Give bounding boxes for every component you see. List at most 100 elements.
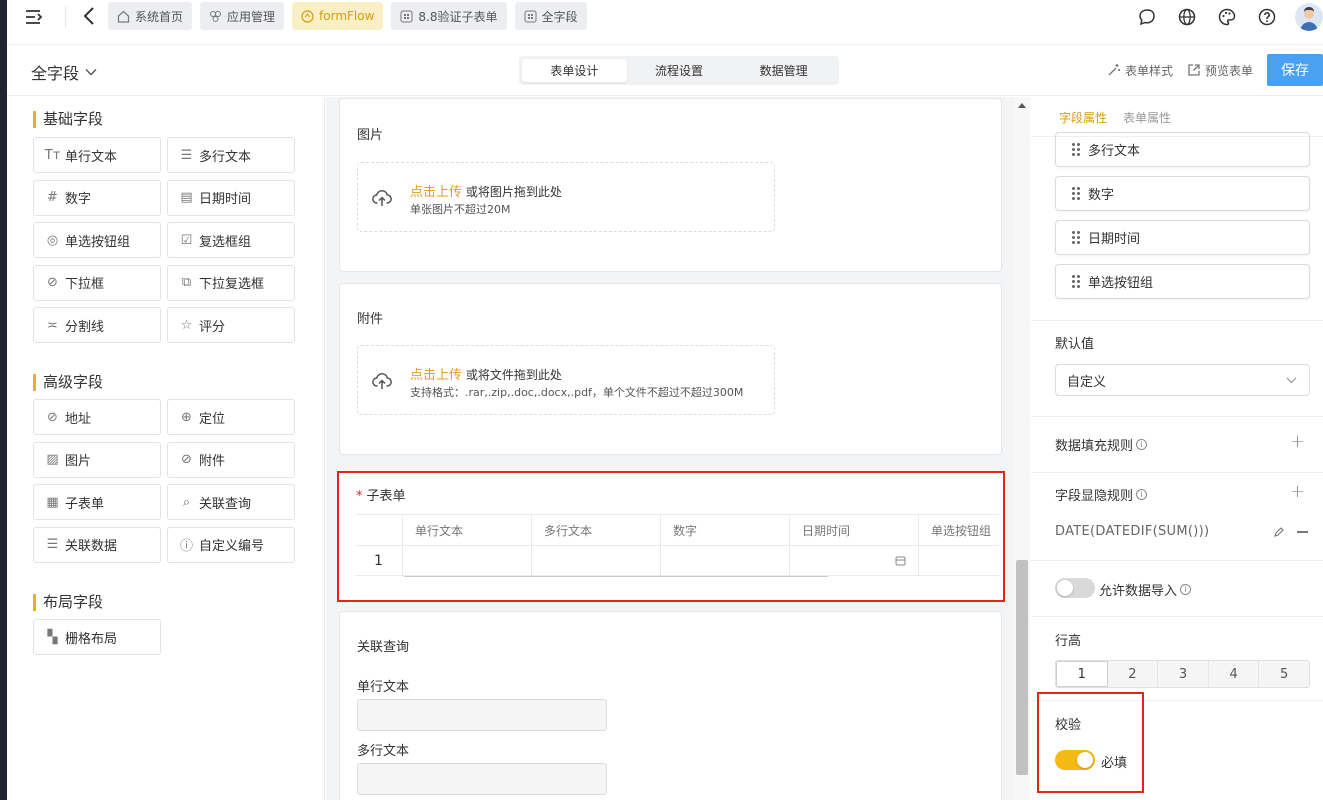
tab-form-design[interactable]: 表单设计 [522, 59, 627, 82]
field-button-label: 地址 [65, 411, 92, 427]
data-fill-rule-label: 数据填充规则 [1055, 439, 1134, 454]
tab-app-management[interactable]: 应用管理 [200, 2, 285, 30]
drag-handle-icon[interactable] [1072, 143, 1080, 156]
click-upload-link[interactable]: 点击上传 [410, 185, 462, 200]
add-fill-rule-plus-icon[interactable]: + [1290, 431, 1305, 452]
drag-handle-icon[interactable] [1072, 231, 1080, 244]
remove-rule-minus-icon[interactable] [1297, 531, 1308, 533]
field-button-label: 定位 [199, 411, 226, 427]
row-height-option[interactable]: 3 [1158, 661, 1209, 687]
tab-data-management[interactable]: 数据管理 [731, 59, 836, 82]
tab-flow-settings[interactable]: 流程设置 [627, 59, 732, 82]
multi-line-text-input[interactable] [357, 763, 607, 795]
field-button[interactable]: ⧉ 下拉复选框 [167, 264, 295, 301]
tab-formflow[interactable]: formFlow [292, 2, 384, 30]
field-button[interactable]: ⊘ 地址 [33, 399, 161, 435]
sortable-column-item[interactable]: 日期时间 [1055, 220, 1310, 255]
visibility-formula: DATE(DATEDIF(SUM())) [1055, 524, 1210, 539]
tab-all-fields-label: 全字段 [541, 9, 578, 24]
field-button[interactable]: ▚ 栅格布局 [33, 619, 161, 655]
drag-handle-icon[interactable] [1072, 275, 1080, 288]
globe-icon[interactable] [1167, 0, 1207, 34]
field-button[interactable]: ▨ 图片 [33, 441, 161, 478]
info-icon[interactable]: i [1136, 439, 1148, 450]
back-icon[interactable] [80, 6, 98, 26]
field-button[interactable]: ⊘ 附件 [167, 441, 295, 478]
attachment-field-card[interactable]: 附件 点击上传 或将文件拖到此处 支持格式：.rar,.zip,.doc,.do… [339, 283, 1002, 455]
field-button[interactable]: ⌕ 关联查询 [167, 484, 295, 520]
save-button[interactable]: 保存 [1267, 54, 1323, 86]
field-button[interactable]: ☰ 关联数据 [33, 526, 161, 563]
chat-icon[interactable] [1127, 0, 1167, 34]
field-button[interactable]: ☆ 评分 [167, 307, 295, 343]
canvas-vertical-scrollbar[interactable] [1014, 97, 1030, 800]
field-button[interactable]: # 数字 [33, 179, 161, 216]
row-height-selector: 1 2 3 4 5 [1055, 660, 1310, 688]
image-field-label: 图片 [357, 128, 384, 143]
tab-field-properties[interactable]: 字段属性 [1059, 109, 1107, 126]
row-height-option[interactable]: 1 [1056, 661, 1108, 687]
field-button[interactable]: ◎ 单选按钮组 [33, 222, 161, 258]
tab-home[interactable]: 系统首页 [108, 2, 193, 30]
subform-field-card-selected[interactable]: * 子表单 单行文本 多行文本 数字 日期时间 单选按钮组 1 [337, 471, 1005, 602]
row-height-option[interactable]: 5 [1259, 661, 1309, 687]
sortable-item-label: 多行文本 [1088, 144, 1141, 159]
field-button[interactable]: ☑ 复选框组 [167, 222, 295, 258]
info-icon[interactable]: i [1180, 584, 1192, 595]
palette-icon[interactable] [1207, 0, 1247, 34]
field-button-label: 复选框组 [199, 234, 252, 250]
tab-subform-verify[interactable]: 8.8验证子表单 [391, 2, 507, 30]
tab-all-fields[interactable]: 全字段 [514, 2, 587, 30]
file-upload-area[interactable]: 点击上传 或将文件拖到此处 支持格式：.rar,.zip,.doc,.docx,… [357, 345, 775, 415]
sortable-column-item[interactable]: 多行文本 [1055, 132, 1310, 167]
field-button[interactable]: ☰ 多行文本 [167, 137, 295, 173]
help-icon[interactable] [1247, 0, 1287, 34]
grid-icon [400, 10, 413, 22]
single-line-text-input[interactable] [357, 699, 607, 731]
subform-cell[interactable] [532, 545, 661, 576]
lookup-field-card[interactable]: 关联查询 单行文本 多行文本 [339, 611, 1002, 800]
top-bar: 系统首页 应用管理 formFlow 8.8验证子表单 全字段 [7, 0, 1323, 34]
chevron-down-icon [1286, 377, 1297, 384]
user-avatar[interactable] [1295, 3, 1323, 31]
field-button[interactable]: ▦ 子表单 [33, 484, 161, 520]
field-button-label: 单行文本 [65, 149, 118, 165]
row-height-option[interactable]: 2 [1108, 661, 1159, 687]
form-style-button[interactable]: 表单样式 [1107, 62, 1173, 79]
index-header [355, 515, 403, 546]
allow-import-toggle[interactable] [1055, 578, 1095, 598]
image-upload-area[interactable]: 点击上传 或将图片拖到此处 单张图片不超过20M [357, 162, 775, 232]
menu-toggle-icon[interactable] [25, 8, 43, 26]
preview-form-button[interactable]: 预览表单 [1187, 62, 1253, 79]
tab-form-properties[interactable]: 表单属性 [1123, 109, 1171, 126]
field-button[interactable]: ⊘ 下拉框 [33, 264, 161, 301]
divider [1031, 472, 1323, 473]
field-type-icon: ▤ [180, 190, 193, 205]
subform-cell[interactable] [919, 545, 999, 576]
row-height-option[interactable]: 4 [1209, 661, 1260, 687]
subform-cell[interactable] [661, 545, 790, 576]
add-visibility-rule-plus-icon[interactable]: + [1290, 481, 1305, 502]
field-button[interactable]: Tт 单行文本 [33, 137, 161, 173]
sortable-column-item[interactable]: 数字 [1055, 176, 1310, 211]
subform-horizontal-scrollbar[interactable] [403, 576, 829, 577]
sortable-column-item[interactable]: 单选按钮组 [1055, 264, 1310, 299]
subform-cell[interactable] [403, 545, 532, 576]
designer-header: 全字段 表单设计 流程设置 数据管理 表单样式 预览表单 保存 [7, 44, 1323, 96]
field-button[interactable]: ▤ 日期时间 [167, 179, 295, 216]
scrollbar-thumb[interactable] [1016, 560, 1028, 775]
drag-handle-icon[interactable] [1072, 187, 1080, 200]
field-button[interactable]: ⓘ 自定义编号 [167, 526, 295, 563]
field-button[interactable]: ⊕ 定位 [167, 399, 295, 435]
lookup-subfield-label: 单行文本 [357, 680, 410, 695]
subform-date-cell[interactable] [790, 545, 919, 576]
default-value-select[interactable]: 自定义 [1055, 364, 1310, 396]
field-button-label: 分割线 [65, 319, 105, 335]
field-button[interactable]: ≍ 分割线 [33, 307, 161, 343]
form-title-dropdown[interactable]: 全字段 [31, 60, 97, 84]
edit-pencil-icon[interactable] [1273, 526, 1285, 538]
scroll-up-arrow-icon[interactable] [1018, 103, 1026, 108]
image-field-card[interactable]: 图片 点击上传 或将图片拖到此处 单张图片不超过20M [339, 98, 1002, 272]
info-icon[interactable]: i [1136, 489, 1148, 500]
click-upload-link[interactable]: 点击上传 [410, 368, 462, 383]
